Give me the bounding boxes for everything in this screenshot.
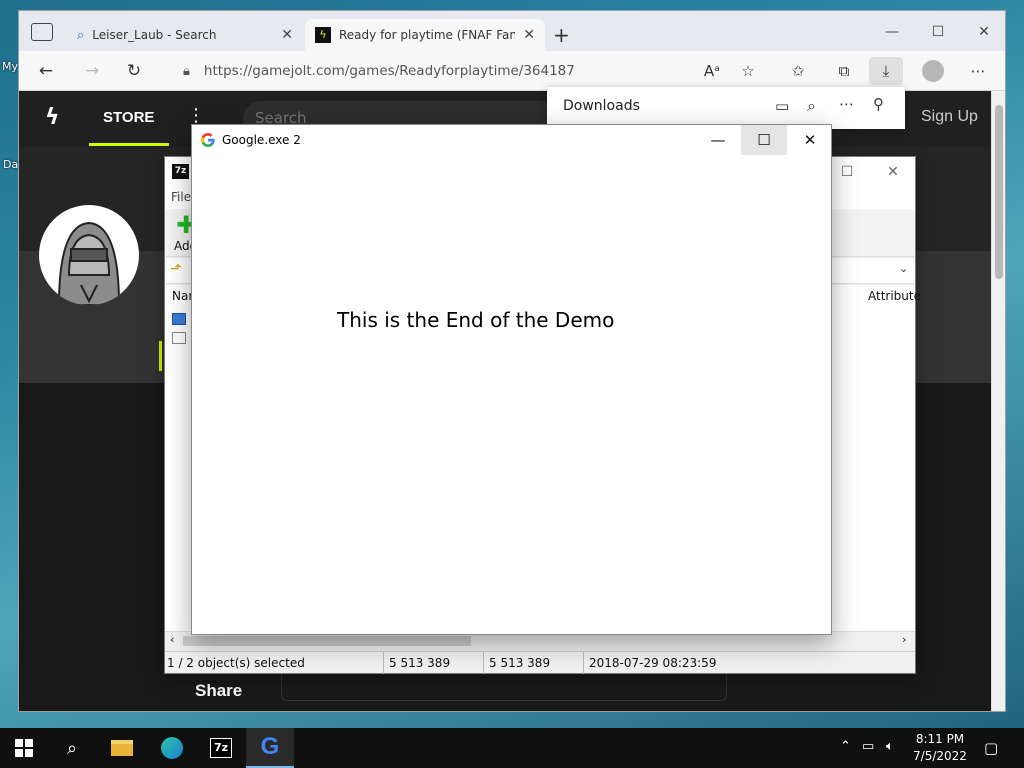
lock-icon: 🔒︎ xyxy=(183,63,190,79)
close-button[interactable]: ✕ xyxy=(787,125,833,155)
downloads-flyout: Downloads ▭ ⌕ ⋯ ⚲ xyxy=(547,87,905,129)
open-folder-icon[interactable]: ▭ xyxy=(775,97,789,115)
window-titlebar: Google.exe 2 — ☐ ✕ xyxy=(192,125,831,155)
close-button[interactable]: ✕ xyxy=(961,17,1007,47)
profile-avatar-icon[interactable] xyxy=(922,60,944,82)
google-icon xyxy=(201,133,215,147)
tab-gamejolt[interactable]: ϟ Ready for playtime (FNAF Fan Ga ✕ xyxy=(305,19,545,51)
add-favorite-icon[interactable]: ☆ xyxy=(731,57,765,85)
clock-date[interactable]: 7/5/2022 xyxy=(912,749,968,763)
scrollbar-thumb[interactable] xyxy=(183,636,471,646)
notifications-icon[interactable]: ▢ xyxy=(984,739,998,757)
share-heading: Share xyxy=(195,681,243,700)
status-separator xyxy=(383,652,384,674)
window-title: Google.exe 2 xyxy=(222,133,301,147)
address-row: ← → ↻ 🔒︎ https://gamejolt.com/games/Read… xyxy=(19,51,1005,91)
minimize-button[interactable]: — xyxy=(695,125,741,155)
downloads-icon[interactable]: ⤓ xyxy=(869,57,903,85)
read-aloud-icon[interactable]: A͏ᵃ xyxy=(695,57,729,85)
forward-icon[interactable]: → xyxy=(77,57,107,85)
more-options-icon[interactable]: ⋯ xyxy=(839,95,854,113)
status-separator xyxy=(583,652,584,674)
scrollbar-thumb[interactable] xyxy=(995,105,1003,279)
taskbar: ⌕ 7z G ⌃ ▭ 🔈︎ 8:11 PM 7/5/2022 ▢ xyxy=(0,728,1024,768)
menu-file[interactable]: File xyxy=(171,190,191,204)
signup-link[interactable]: Sign Up xyxy=(921,108,978,126)
status-modified: 2018-07-29 08:23:59 xyxy=(589,656,717,670)
demo-end-message: This is the End of the Demo xyxy=(337,308,615,332)
close-button[interactable]: ✕ xyxy=(871,161,915,183)
tab-title: Leiser_Laub - Search xyxy=(92,28,217,42)
desktop-icon-label[interactable]: My xyxy=(2,60,18,73)
developer-avatar[interactable] xyxy=(39,205,139,305)
edge-icon[interactable] xyxy=(148,728,196,768)
tab-actions-icon[interactable] xyxy=(31,23,53,41)
address-bar[interactable]: 🔒︎ https://gamejolt.com/games/Readyforpl… xyxy=(169,56,767,86)
collections-icon[interactable]: ⧉ xyxy=(827,57,861,85)
clock-time[interactable]: 8:11 PM xyxy=(912,732,968,746)
windows-logo-icon xyxy=(15,739,33,757)
gamejolt-icon: ϟ xyxy=(315,27,331,43)
status-size: 5 513 389 xyxy=(389,656,451,670)
google-exe-taskbar-icon[interactable]: G xyxy=(246,728,294,768)
file-exe-icon[interactable] xyxy=(172,313,186,325)
minimize-button[interactable]: — xyxy=(869,17,915,47)
avatar-image xyxy=(57,221,121,305)
tab-search[interactable]: ⌕ Leiser_Laub - Search ✕ xyxy=(67,19,303,51)
scroll-right-icon[interactable]: › xyxy=(902,633,906,646)
7zip-logo-icon: 7z xyxy=(172,164,189,179)
search-icon[interactable]: ⌕ xyxy=(48,728,96,768)
file-text-icon[interactable] xyxy=(172,332,186,344)
search-icon: ⌕ xyxy=(77,27,85,43)
desktop-icon-label[interactable]: Da xyxy=(3,158,18,171)
favorites-icon[interactable]: ✩ xyxy=(781,57,815,85)
file-explorer-icon[interactable] xyxy=(98,728,146,768)
status-separator xyxy=(483,652,484,674)
store-link[interactable]: STORE xyxy=(103,109,154,126)
close-tab-icon[interactable]: ✕ xyxy=(523,27,535,43)
refresh-icon[interactable]: ↻ xyxy=(119,57,149,85)
more-menu-icon[interactable]: ⋮ xyxy=(187,105,205,126)
scroll-left-icon[interactable]: ‹ xyxy=(170,633,174,646)
google-exe-window: Google.exe 2 — ☐ ✕ This is the End of th… xyxy=(191,124,832,635)
url-text: https://gamejolt.com/games/Readyforplayt… xyxy=(203,63,575,79)
close-tab-icon[interactable]: ✕ xyxy=(281,27,293,43)
column-header-attributes[interactable]: Attribute xyxy=(868,289,921,303)
new-tab-icon[interactable]: + xyxy=(553,23,570,47)
network-icon[interactable]: ▭ xyxy=(862,739,874,754)
store-underline xyxy=(89,143,169,146)
status-packed-size: 5 513 389 xyxy=(489,656,551,670)
downloads-title: Downloads xyxy=(563,98,640,114)
maximize-button[interactable]: ☐ xyxy=(915,17,961,47)
chevron-down-icon[interactable]: ⌄ xyxy=(899,262,908,275)
7zip-taskbar-icon[interactable]: 7z xyxy=(197,728,245,768)
tab-strip: ⌕ Leiser_Laub - Search ✕ ϟ Ready for pla… xyxy=(19,11,1005,51)
pin-icon[interactable]: ⚲ xyxy=(873,95,884,113)
more-icon[interactable]: ⋯ xyxy=(961,57,995,85)
7zip-statusbar: 1 / 2 object(s) selected 5 513 389 5 513… xyxy=(165,651,915,674)
maximize-button[interactable]: ☐ xyxy=(741,125,787,155)
search-downloads-icon[interactable]: ⌕ xyxy=(807,96,816,116)
tab-title: Ready for playtime (FNAF Fan Ga xyxy=(339,28,516,42)
page-scrollbar[interactable] xyxy=(991,91,1005,711)
status-selected: 1 / 2 object(s) selected xyxy=(167,656,305,670)
chevron-up-icon[interactable]: ⌃ xyxy=(840,739,851,754)
start-button[interactable] xyxy=(0,728,48,768)
volume-icon[interactable]: 🔈︎ xyxy=(886,739,894,754)
gamejolt-logo-icon[interactable]: ϟ xyxy=(45,105,60,130)
up-folder-icon[interactable]: ⬏ xyxy=(170,261,182,277)
accent-bar xyxy=(159,341,162,371)
back-icon[interactable]: ← xyxy=(31,57,61,85)
